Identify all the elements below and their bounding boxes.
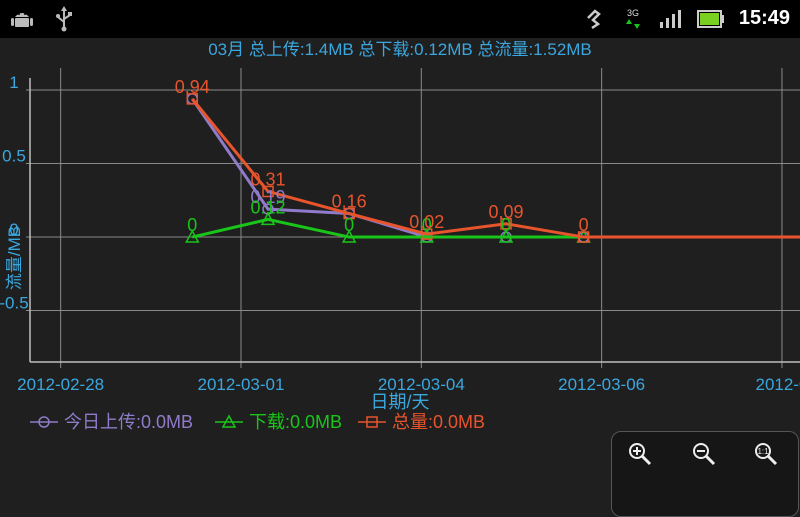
x-tick-label: 2012-02-28 bbox=[17, 375, 104, 394]
zoom-out-icon[interactable] bbox=[690, 440, 718, 468]
data-label: 0.16 bbox=[332, 192, 367, 212]
legend-item: 总量:0.0MB bbox=[392, 412, 485, 432]
y-axis-title: 流量/MB bbox=[5, 226, 24, 290]
data-label: 0.02 bbox=[409, 212, 444, 232]
sync-icon bbox=[587, 9, 601, 30]
x-tick-label: 2012-03-01 bbox=[197, 375, 284, 394]
android-debug-icon bbox=[11, 13, 33, 27]
traffic-chart[interactable]: 03月 总上传:1.4MB 总下载:0.12MB 总流量:1.52MB 2012… bbox=[0, 38, 800, 517]
y-tick-label: 0.5 bbox=[2, 147, 26, 166]
legend-item: 今日上传:0.0MB bbox=[64, 412, 193, 432]
y-tick-label: -0.5 bbox=[0, 294, 29, 313]
signal-icon bbox=[660, 10, 681, 28]
zoom-reset-icon[interactable]: 1:1 bbox=[752, 440, 780, 468]
label-layer: 0.1900.120 0 00.940.310.160.020.090 bbox=[175, 77, 589, 235]
data-label: 0.31 bbox=[251, 169, 286, 189]
data-label: 0.09 bbox=[489, 202, 524, 222]
legend-item: 下载:0.0MB bbox=[249, 412, 342, 432]
zoom-controls: 1:1 bbox=[611, 431, 799, 517]
legend: 今日上传:0.0MB 下载:0.0MB 总量:0.0MB bbox=[30, 412, 485, 432]
x-axis-title: 日期/天 bbox=[370, 392, 429, 412]
data-label: 0 bbox=[579, 215, 589, 235]
axis-layer: 2012-02-28 2012-03-01 2012-03-04 2012-03-06… bbox=[0, 73, 800, 394]
x-tick-label: 2012-0 bbox=[755, 375, 800, 394]
svg-text:3G: 3G bbox=[627, 8, 639, 18]
svg-text:1:1: 1:1 bbox=[757, 447, 769, 456]
data-label: 0.12 bbox=[251, 197, 286, 217]
network-3g-icon: 3G bbox=[626, 8, 640, 29]
chart-svg: 2012-02-28 2012-03-01 2012-03-04 2012-03-06… bbox=[0, 68, 800, 432]
status-time: 15:49 bbox=[738, 7, 790, 29]
x-tick-label: 2012-03-06 bbox=[558, 375, 645, 394]
data-label: 0 bbox=[187, 215, 197, 235]
usb-icon bbox=[56, 6, 72, 32]
data-label: 0 bbox=[344, 215, 354, 235]
series-line-1 bbox=[191, 217, 800, 239]
battery-icon bbox=[697, 10, 724, 28]
data-label: 0.94 bbox=[175, 77, 210, 97]
zoom-in-icon[interactable] bbox=[626, 440, 654, 468]
y-tick-label: 1 bbox=[9, 73, 18, 92]
status-bar: 3G 15:49 bbox=[0, 0, 800, 38]
